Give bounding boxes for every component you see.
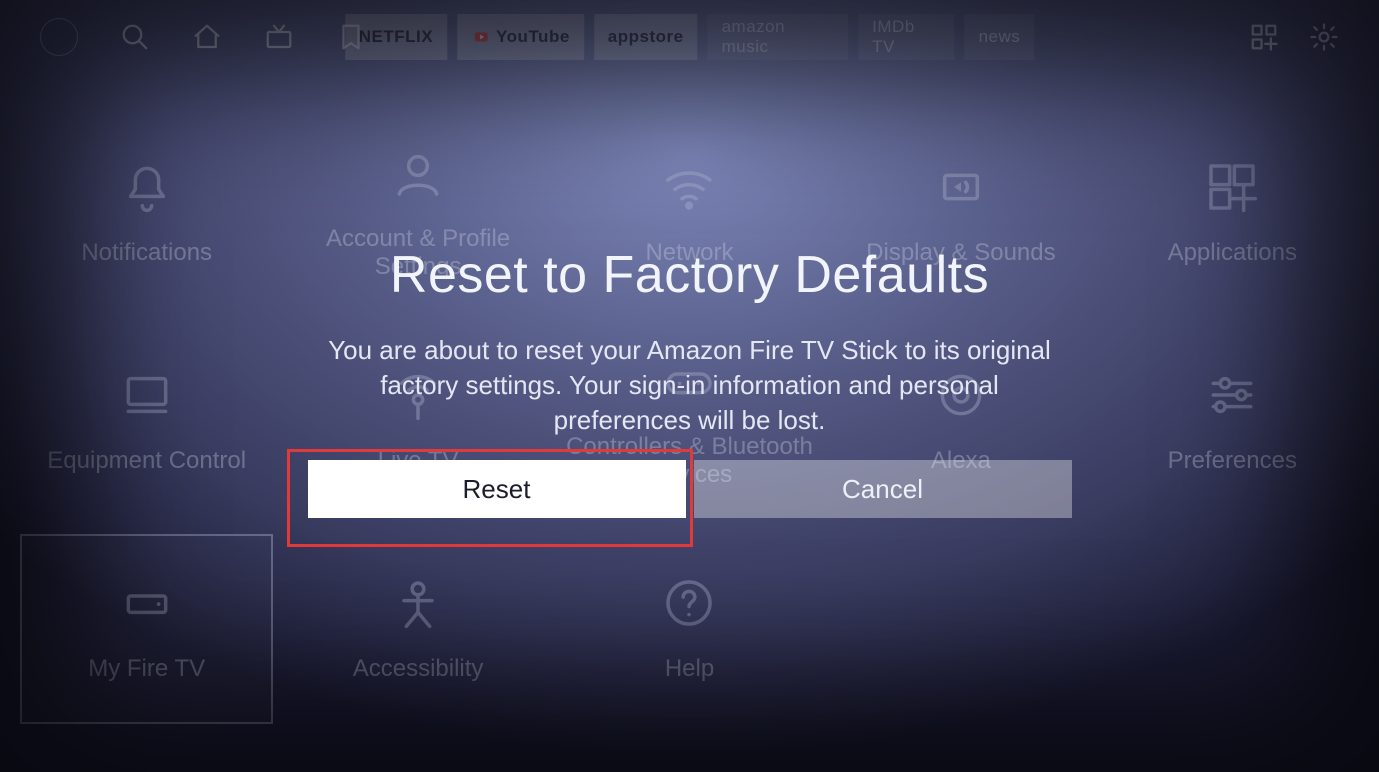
apps-icon — [1204, 159, 1260, 215]
settings-tile-label: Equipment Control — [47, 447, 246, 475]
settings-tile[interactable]: Help — [563, 534, 816, 724]
profile-avatar[interactable] — [40, 18, 78, 56]
settings-tile-label: My Fire TV — [88, 655, 205, 683]
reset-button[interactable]: Reset — [308, 460, 686, 518]
dialog-body: You are about to reset your Amazon Fire … — [320, 333, 1060, 438]
top-navigation: NETFLIXYouTubeappstoreamazon musicIMDb T… — [0, 18, 1379, 56]
settings-tile-label: Notifications — [81, 239, 212, 267]
box-icon — [119, 575, 175, 631]
app-chip[interactable]: IMDb TV — [858, 14, 954, 60]
app-shortcuts: NETFLIXYouTubeappstoreamazon musicIMDb T… — [345, 14, 1035, 60]
live-tv-icon[interactable] — [264, 22, 294, 52]
search-icon[interactable] — [120, 22, 150, 52]
home-icon[interactable] — [192, 22, 222, 52]
sliders-icon — [1204, 367, 1260, 423]
app-chip[interactable]: NETFLIX — [345, 14, 447, 60]
help-icon — [661, 575, 717, 631]
bell-icon — [119, 159, 175, 215]
settings-tile[interactable]: Notifications — [20, 118, 273, 308]
settings-tile-label: Applications — [1168, 239, 1297, 267]
person-icon — [390, 575, 446, 631]
app-chip[interactable]: YouTube — [457, 14, 584, 60]
cancel-button[interactable]: Cancel — [694, 460, 1072, 518]
settings-tile-label: Preferences — [1168, 447, 1297, 475]
dialog-button-row: Reset Cancel — [308, 460, 1072, 518]
monitor-icon — [119, 367, 175, 423]
apps-grid-icon[interactable] — [1249, 22, 1279, 52]
settings-tile-label: Help — [665, 655, 714, 683]
app-chip[interactable]: appstore — [594, 14, 698, 60]
dialog-title: Reset to Factory Defaults — [280, 245, 1100, 305]
reset-dialog: Reset to Factory Defaults You are about … — [280, 245, 1100, 438]
settings-tile[interactable]: Accessibility — [291, 534, 544, 724]
settings-gear-icon[interactable] — [1309, 22, 1339, 52]
settings-tile[interactable]: Applications — [1106, 118, 1359, 308]
app-chip[interactable]: amazon music — [708, 14, 849, 60]
settings-tile[interactable]: Equipment Control — [20, 326, 273, 516]
settings-tile-label: Accessibility — [353, 655, 484, 683]
settings-tile[interactable]: My Fire TV — [20, 534, 273, 724]
wifi-icon — [661, 159, 717, 215]
speaker-icon — [933, 159, 989, 215]
user-icon — [390, 145, 446, 201]
app-chip[interactable]: news — [965, 14, 1035, 60]
settings-tile[interactable]: Preferences — [1106, 326, 1359, 516]
